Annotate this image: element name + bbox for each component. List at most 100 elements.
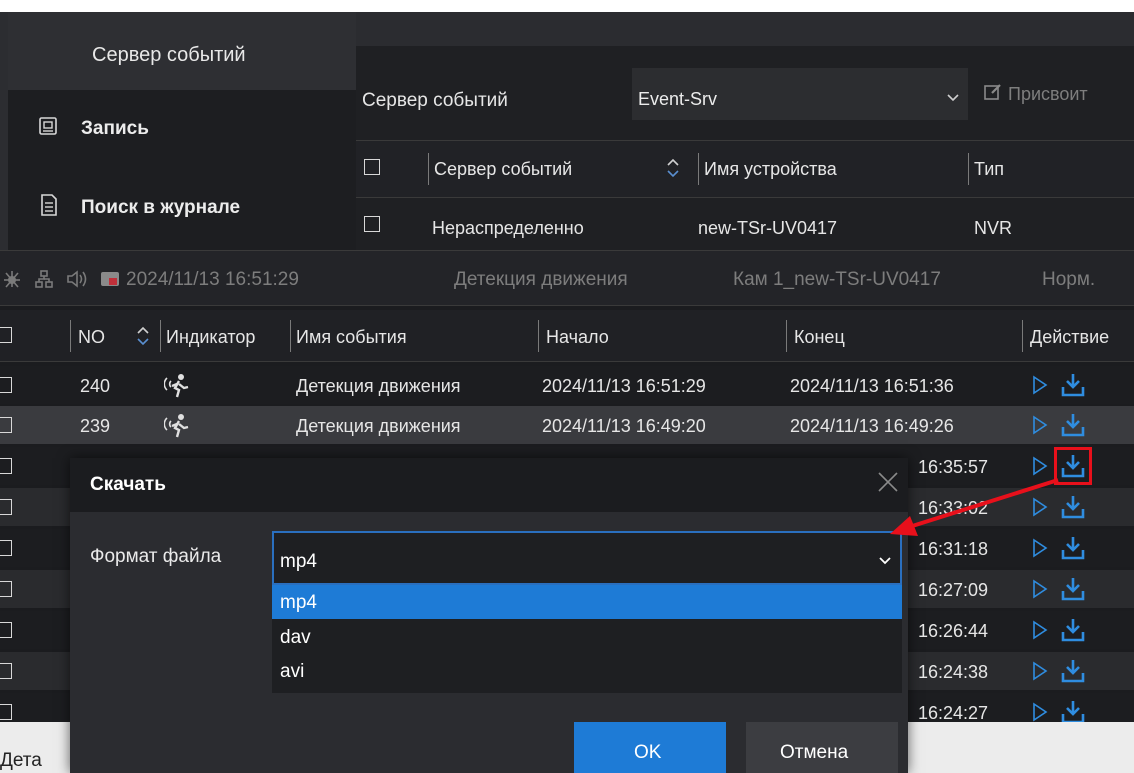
format-option-avi[interactable]: avi xyxy=(272,655,902,689)
sort-icon[interactable] xyxy=(666,157,680,179)
row-checkbox[interactable] xyxy=(0,377,12,393)
chevron-down-icon xyxy=(878,553,892,565)
sort-icon[interactable] xyxy=(136,325,150,347)
play-icon[interactable] xyxy=(1032,702,1048,722)
dialog-title: Скачать xyxy=(90,474,166,495)
column-header[interactable]: Сервер событий xyxy=(434,159,572,180)
play-icon[interactable] xyxy=(1032,579,1048,599)
column-divider xyxy=(160,320,161,352)
motion-detection-icon xyxy=(163,412,192,438)
play-icon[interactable] xyxy=(1032,456,1048,476)
row-end: 2024/11/13 16:49:26 xyxy=(790,416,954,436)
row-start: 2024/11/13 16:51:29 xyxy=(542,376,706,396)
column-header[interactable]: Тип xyxy=(974,159,1004,180)
server-table-row[interactable]: Нераспределенно new-TSr-UV0417 NVR xyxy=(356,202,1134,246)
download-icon[interactable] xyxy=(1060,576,1086,602)
format-option-dav[interactable]: dav xyxy=(272,621,902,655)
format-option-mp4[interactable]: mp4 xyxy=(272,585,902,619)
column-header-no[interactable]: NO xyxy=(78,327,105,348)
column-header[interactable]: Имя устройства xyxy=(704,159,837,180)
sidebar: Сервер событий Запись Поиск в журнале xyxy=(0,12,356,250)
format-select-value: mp4 xyxy=(280,551,317,572)
column-header-end[interactable]: Конец xyxy=(794,327,845,348)
download-icon[interactable] xyxy=(1060,372,1086,398)
row-no: 240 xyxy=(80,376,111,396)
row-checkbox[interactable] xyxy=(0,581,12,597)
column-divider xyxy=(698,153,699,185)
row-end: 16:27:09 xyxy=(918,580,989,600)
row-device: new-TSr-UV0417 xyxy=(698,218,838,238)
row-checkbox[interactable] xyxy=(0,704,12,720)
table-row[interactable]: 239 Детекция движения 2024/11/13 16:49:2… xyxy=(0,406,1134,444)
ok-label: OK xyxy=(634,742,662,763)
download-icon[interactable] xyxy=(1060,658,1086,684)
annotation-arrow xyxy=(890,478,1059,536)
play-icon[interactable] xyxy=(1032,415,1048,435)
speaker-icon xyxy=(66,269,90,289)
tree-icon xyxy=(34,269,54,289)
sidebar-item-record[interactable]: Запись xyxy=(8,102,356,158)
event-table-header: NO Индикатор Имя события Начало Конец Де… xyxy=(0,310,1134,362)
server-label: Сервер событий xyxy=(362,90,508,111)
row-type: NVR xyxy=(974,218,1013,238)
sidebar-title: Сервер событий xyxy=(92,44,246,66)
download-icon[interactable] xyxy=(1060,412,1086,438)
row-checkbox[interactable] xyxy=(0,417,12,433)
play-icon[interactable] xyxy=(1032,375,1048,395)
row-end: 16:24:38 xyxy=(918,662,989,682)
column-divider xyxy=(290,320,291,352)
row-checkbox[interactable] xyxy=(0,622,12,638)
snapshot-icon xyxy=(100,270,120,288)
row-checkbox[interactable] xyxy=(0,540,12,556)
sidebar-item-label: Поиск в журнале xyxy=(81,197,241,218)
column-divider xyxy=(538,320,539,352)
server-table-header: Сервер событий Имя устройства Тип xyxy=(356,140,1134,198)
event-server-select[interactable]: Event-Srv xyxy=(632,68,968,120)
sidebar-item-log-search[interactable]: Поиск в журнале xyxy=(8,182,356,238)
row-checkbox[interactable] xyxy=(0,663,12,679)
row-checkbox[interactable] xyxy=(0,499,12,515)
play-icon[interactable] xyxy=(1032,620,1048,640)
download-icon[interactable] xyxy=(1060,617,1086,643)
column-divider xyxy=(786,320,787,352)
play-icon[interactable] xyxy=(1032,661,1048,681)
cancel-button[interactable]: Отмена xyxy=(746,722,898,773)
column-divider xyxy=(968,153,969,185)
cancel-label: Отмена xyxy=(780,742,849,763)
ok-button[interactable]: OK xyxy=(574,722,726,773)
format-label: Формат файла xyxy=(90,546,222,567)
column-divider xyxy=(428,153,429,185)
column-divider xyxy=(70,320,71,352)
sidebar-title-tab[interactable]: Сервер событий xyxy=(8,12,356,90)
column-header-start[interactable]: Начало xyxy=(546,327,609,348)
row-end: 16:26:44 xyxy=(918,621,989,641)
row-no: 239 xyxy=(80,416,111,436)
row-event-name: Детекция движения xyxy=(296,376,461,396)
record-icon xyxy=(38,116,58,136)
server-panel: Сервер событий Event-Srv Присвоит Сервер… xyxy=(356,12,1134,250)
row-checkbox[interactable] xyxy=(364,216,380,232)
select-all-checkbox[interactable] xyxy=(0,327,12,343)
status-camera: Кам 1_new-TSr-UV0417 xyxy=(733,269,941,290)
column-header-action[interactable]: Действие xyxy=(1030,327,1109,348)
details-label[interactable]: Дета xyxy=(0,750,42,772)
sidebar-item-label: Запись xyxy=(81,118,149,139)
event-server-select-value: Event-Srv xyxy=(638,89,718,109)
assign-button[interactable]: Присвоит xyxy=(976,78,1134,114)
format-select[interactable]: mp4 xyxy=(272,531,902,585)
row-start: 2024/11/13 16:49:20 xyxy=(542,416,706,436)
top-strip xyxy=(0,0,1134,12)
chevron-down-icon xyxy=(946,90,960,102)
row-checkbox[interactable] xyxy=(0,458,12,474)
server-panel-header-bar xyxy=(356,12,1134,46)
option-label: avi xyxy=(280,661,305,682)
column-header-indicator[interactable]: Индикатор xyxy=(166,327,255,348)
column-header-event-name[interactable]: Имя события xyxy=(296,327,407,348)
dialog-titlebar: Скачать xyxy=(70,458,908,512)
option-label: dav xyxy=(280,627,311,648)
table-row[interactable]: 240 Детекция движения 2024/11/13 16:51:2… xyxy=(0,366,1134,404)
bug-icon xyxy=(2,269,22,289)
select-all-checkbox[interactable] xyxy=(364,159,380,175)
sidebar-edge xyxy=(0,12,8,250)
edit-icon xyxy=(984,83,1002,101)
